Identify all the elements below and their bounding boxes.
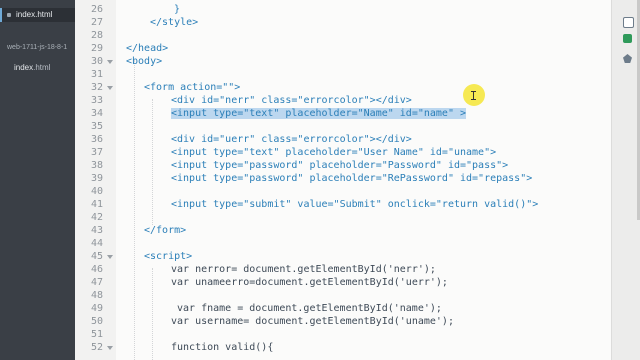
line-number: 49 [90,303,103,314]
code-line-27: </style> [150,17,199,28]
code-line-41: <input type="submit" value="Submit" oncl… [171,199,539,210]
code-line-33: <div id="nerr" class="errorcolor"></div> [171,95,412,106]
code-line-26: } [174,4,181,15]
line-number: 47 [90,277,103,288]
line-number: 40 [90,186,103,197]
code-line-43: </form> [144,225,187,236]
file-ext: .html [33,63,51,72]
code-line-34: <input type="text" placeholder="Name" id… [171,107,467,120]
open-file-tab[interactable]: index.html [0,8,75,22]
text-cursor-icon [471,91,476,100]
line-number: 52 [90,342,103,353]
line-number: 35 [90,121,103,132]
mouse-highlight [463,84,485,106]
indent-guide [134,60,135,360]
fold-arrow-icon[interactable] [107,60,113,64]
line-number: 43 [90,225,103,236]
line-number: 34 [90,108,103,119]
git-icon[interactable] [623,34,632,43]
code-line-49: var fname = document.getElementById('nam… [177,303,442,314]
line-number: 26 [90,4,103,15]
code-line-39: <input type="password" placeholder="RePa… [171,173,533,184]
line-number: 44 [90,238,103,249]
line-number: 28 [90,30,103,41]
code-line-30: <body> [126,56,163,67]
fold-arrow-icon[interactable] [107,255,113,259]
line-number: 36 [90,134,103,145]
code-line-45: <script> [144,251,193,262]
right-toolbar [611,0,640,360]
code-line-50: var username= document.getElementById('u… [171,316,454,327]
line-number: 41 [90,199,103,210]
line-number: 48 [90,290,103,301]
line-number: 31 [90,69,103,80]
fold-arrow-icon[interactable] [107,346,113,350]
code-editor[interactable]: } </style> </head> <body> <form action="… [116,0,612,360]
line-number: 37 [90,147,103,158]
line-number: 38 [90,160,103,171]
line-number: 42 [90,212,103,223]
code-line-46: var nerror= document.getElementById('ner… [171,264,436,275]
line-number: 46 [90,264,103,275]
line-number: 45 [90,251,103,262]
line-gutter: 26 27 28 29 30 31 32 33 34 35 36 37 38 39 40 41 42 43 44 45… [75,0,116,360]
line-number: 50 [90,316,103,327]
indent-guide [152,99,153,225]
code-line-32: <form action=""> [144,82,241,93]
fold-arrow-icon[interactable] [107,86,113,90]
open-file-label: index.html [16,10,53,19]
file-name: index [14,63,34,72]
line-number: 29 [90,43,103,54]
line-number: 27 [90,17,103,28]
code-line-52: function valid(){ [171,342,274,353]
indent-guide [152,268,153,360]
file-icon [7,13,11,17]
selected-text[interactable]: <input type="text" placeholder="Name" id… [171,108,467,119]
code-line-29: </head> [126,43,169,54]
code-line-36: <div id="uerr" class="errorcolor"></div> [171,134,412,145]
line-number: 32 [90,82,103,93]
code-line-47: var unameerro=document.getElementById('u… [171,277,448,288]
code-line-38: <input type="password" placeholder="Pass… [171,160,509,171]
file-icon[interactable] [623,17,634,28]
line-number: 51 [90,329,103,340]
code-line-37: <input type="text" placeholder="User Nam… [171,147,497,158]
file-sidebar: index.html web-1711-js-18-8-1 index.html [0,0,75,360]
active-indicator [0,8,2,22]
project-file-index[interactable]: index.html [14,63,50,72]
line-number: 30 [90,56,103,67]
line-number: 39 [90,173,103,184]
line-number: 33 [90,95,103,106]
extension-icon[interactable] [623,54,632,63]
project-folder[interactable]: web-1711-js-18-8-1 [7,44,67,51]
